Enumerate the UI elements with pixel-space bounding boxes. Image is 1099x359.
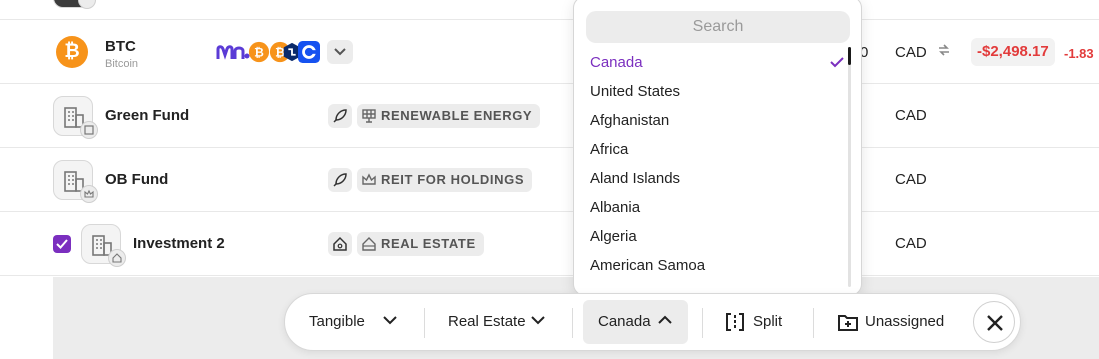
country-option[interactable]: United States	[590, 80, 840, 104]
asset-symbol: BTC	[105, 38, 136, 55]
moonpay-logo-icon	[216, 45, 250, 60]
house-badge-icon	[78, 0, 96, 9]
country-option[interactable]: Africa	[590, 138, 840, 162]
type-select-label: Tangible	[309, 313, 365, 330]
chevron-up-icon	[658, 315, 672, 324]
type-select[interactable]: Tangible	[309, 300, 409, 344]
country-dropdown[interactable]: Canada United States Afghanistan Africa …	[573, 0, 862, 296]
unassigned-button-label: Unassigned	[865, 313, 945, 330]
swap-icon[interactable]	[937, 43, 951, 57]
country-select[interactable]: Canada	[583, 300, 688, 344]
category-icon-button[interactable]	[328, 168, 352, 192]
crown-icon	[362, 173, 376, 185]
chevron-down-icon	[334, 48, 346, 56]
building-avatar	[81, 224, 126, 267]
split-icon	[726, 313, 744, 331]
category-tag-label: REAL ESTATE	[381, 236, 476, 251]
dropdown-scrollbar-track[interactable]	[848, 47, 851, 287]
split-button[interactable]: Split	[725, 300, 805, 344]
country-option[interactable]: Albania	[590, 196, 840, 220]
category-tag[interactable]: REAL ESTATE	[357, 232, 484, 256]
category-select[interactable]: Real Estate	[448, 300, 558, 344]
category-tag[interactable]: RENEWABLE ENERGY	[357, 104, 541, 128]
table-row[interactable]: Green Fund RENEWABLE ENERGY CAD	[0, 84, 1099, 148]
country-option-label: Canada	[590, 54, 643, 71]
country-option[interactable]: Algeria	[590, 225, 840, 249]
table-row	[0, 0, 1099, 20]
rocket-icon	[333, 173, 347, 187]
country-search-input[interactable]	[586, 11, 850, 43]
country-select-label: Canada	[598, 313, 651, 330]
rocket-icon	[333, 109, 347, 123]
crown-badge-icon	[80, 185, 98, 203]
close-toolbar-button[interactable]	[973, 301, 1015, 343]
checkmark-icon	[56, 239, 68, 249]
asset-name: OB Fund	[105, 171, 169, 188]
country-option[interactable]: Canada	[590, 51, 844, 75]
building-avatar	[53, 160, 98, 203]
country-option[interactable]: American Samoa	[590, 254, 840, 278]
category-icon-button[interactable]	[328, 104, 352, 128]
gain-loss-value: -$2,498.17	[971, 38, 1055, 66]
category-tag-label: REIT FOR HOLDINGS	[381, 172, 525, 187]
bitcoin-icon: ₿	[56, 36, 88, 68]
chevron-down-icon	[383, 316, 397, 325]
category-select-label: Real Estate	[448, 313, 526, 330]
dropdown-scrollbar-thumb[interactable]	[848, 47, 851, 65]
category-tag[interactable]: REIT FOR HOLDINGS	[357, 168, 533, 192]
unassigned-button[interactable]: Unassigned	[838, 300, 958, 344]
folder-plus-icon	[838, 315, 858, 331]
asset-name: Green Fund	[105, 107, 190, 124]
asset-avatar	[53, 0, 96, 9]
currency-label: CAD	[895, 171, 927, 188]
building-avatar	[53, 96, 98, 139]
house-badge-icon	[108, 249, 126, 267]
row-select-checkbox[interactable]	[53, 235, 71, 253]
currency-label: CAD	[895, 44, 927, 61]
table-row[interactable]: ₿ BTC Bitcoin ₿ ₿ 0 CAD -$2,498.17 -1.83	[0, 20, 1099, 84]
solar-panel-icon	[362, 109, 376, 123]
asset-name: Bitcoin	[105, 58, 139, 70]
currency-label: CAD	[895, 107, 927, 124]
svg-text:₿: ₿	[254, 46, 264, 60]
toolbar-divider	[702, 308, 703, 338]
expand-exchanges-button[interactable]	[327, 40, 353, 64]
country-option[interactable]: Afghanistan	[590, 109, 840, 133]
split-button-label: Split	[753, 313, 783, 330]
check-icon	[830, 57, 844, 68]
gain-loss-percent: -1.83	[1064, 46, 1094, 61]
category-tag-label: RENEWABLE ENERGY	[381, 108, 533, 123]
toolbar-divider	[424, 308, 425, 338]
table-row[interactable]: Investment 2 REAL ESTATE CAD	[0, 212, 1099, 276]
currency-label: CAD	[895, 235, 927, 252]
chevron-down-icon	[531, 316, 545, 325]
country-option[interactable]: Aland Islands	[590, 167, 840, 191]
house-icon	[362, 237, 376, 251]
energy-badge-icon	[80, 121, 98, 139]
house-icon	[333, 236, 347, 251]
bulk-action-toolbar: Tangible Real Estate Canada Split Unassi…	[284, 293, 1021, 351]
toolbar-divider	[572, 308, 573, 338]
close-icon	[987, 315, 1003, 331]
toolbar-divider	[813, 308, 814, 338]
asset-name: Investment 2	[133, 235, 225, 252]
coinbase-logo-icon	[298, 41, 320, 63]
table-row[interactable]: OB Fund REIT FOR HOLDINGS CAD	[0, 148, 1099, 212]
category-icon-button[interactable]	[328, 232, 352, 256]
